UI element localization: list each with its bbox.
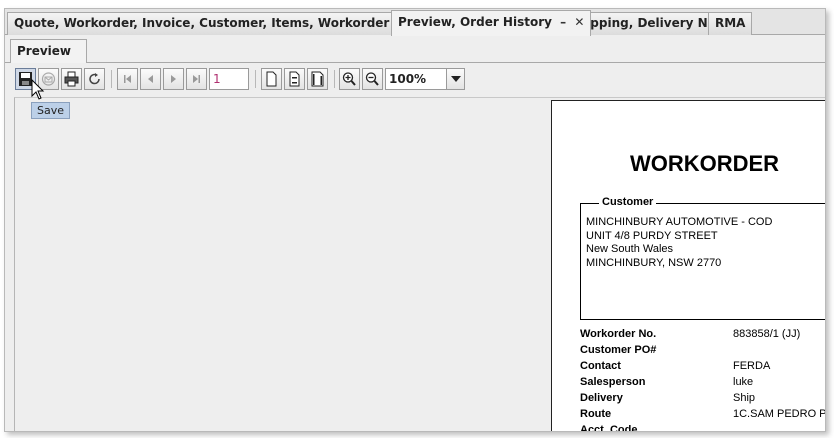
zoom-out-button[interactable] [362,68,383,90]
field-label: Contact [580,360,621,372]
field-row: Customer PO# [580,344,825,360]
printer-icon [64,71,79,87]
refresh-icon [89,73,100,85]
customer-legend: Customer [599,196,657,208]
field-label: Acct. Code [580,424,638,432]
field-row: Contact FERDA [580,360,825,376]
workorder-fields: Workorder No. 883858/1 (JJ) Customer PO# … [580,328,826,432]
field-row: Salesperson luke [580,376,825,392]
zoom-level-select[interactable]: 100% [385,68,465,90]
main-tab-strip: Quote, Workorder, Invoice, Customer, Ite… [5,9,825,36]
toolbar-separator [334,70,335,88]
fit-page-icon [289,71,300,87]
page-icon [266,71,277,87]
customer-line: UNIT 4/8 PURDY STREET [586,229,718,242]
field-label: Workorder No. [580,328,657,340]
fit-page-button[interactable] [284,68,305,90]
field-row: Delivery Ship [580,392,825,408]
toolbar-separator [111,70,112,88]
tab-rma[interactable]: RMA [708,12,753,35]
tab-preview[interactable]: Preview – [10,39,87,80]
tab-preview-order-history[interactable]: Preview, Order History – ✕ [391,10,592,36]
first-page-button[interactable] [117,68,138,90]
print-button[interactable] [61,68,82,90]
document-title: WORKORDER [629,151,780,176]
actual-size-button[interactable] [261,68,282,90]
preview-tab-strip: Preview – [5,36,825,80]
customer-box: Customer MINCHINBURY AUTOMOTIVE - COD UN… [580,196,825,320]
field-label: Route [580,408,612,420]
field-label: Salesperson [580,376,646,388]
minimize-tab-button[interactable]: – [560,11,566,34]
last-page-icon [193,75,200,83]
customer-address: MINCHINBURY AUTOMOTIVE - COD UNIT 4/8 PU… [586,216,772,270]
toolbar-separator [255,70,256,88]
field-value: Ship [733,392,756,404]
field-value: FERDA [733,360,771,372]
save-tooltip: Save [31,102,71,119]
customer-line: MINCHINBURY, NSW 2770 [586,256,722,269]
previous-page-button[interactable] [140,68,161,90]
field-label: Customer PO# [580,344,657,356]
previous-page-icon [148,75,153,83]
field-label: Delivery [580,392,623,404]
page-number-input[interactable]: 1 [209,68,249,90]
tab-label: RMA [715,16,746,30]
next-page-button[interactable] [163,68,184,90]
refresh-button[interactable] [84,68,105,90]
close-tab-button[interactable]: ✕ [574,11,584,34]
mouse-cursor-icon [31,79,45,100]
preview-toolbar: 1 100% [5,65,825,95]
tab-label: Quote, Workorder, Invoice, Customer, Ite… [14,16,453,30]
customer-line: MINCHINBURY AUTOMOTIVE - COD [586,216,773,228]
zoom-in-button[interactable] [339,68,360,90]
document-page: WORKORDER Customer MINCHINBURY AUTOMOTIV… [551,100,826,432]
field-row: Workorder No. 883858/1 (JJ) [580,328,825,344]
first-page-icon [124,75,131,83]
next-page-icon [171,75,176,83]
tab-label: Preview, Order History [398,15,552,29]
fit-width-icon [311,71,324,87]
chevron-down-icon[interactable] [446,69,464,89]
customer-line: New South Wales [586,243,674,255]
field-row: Route 1C.SAM PEDRO P. [580,408,826,424]
zoom-in-icon [342,72,356,86]
last-page-button[interactable] [186,68,207,90]
field-value: luke [733,376,754,388]
zoom-out-icon [365,72,379,86]
tab-label: Preview [17,44,72,58]
fit-width-button[interactable] [307,68,328,90]
app-window: Quote, Workorder, Invoice, Customer, Ite… [4,8,826,432]
zoom-level-value: 100% [389,72,427,86]
field-value: 1C.SAM PEDRO P. [733,408,826,420]
field-row: Acct. Code [580,424,825,432]
field-value: 883858/1 (JJ) [733,328,801,340]
